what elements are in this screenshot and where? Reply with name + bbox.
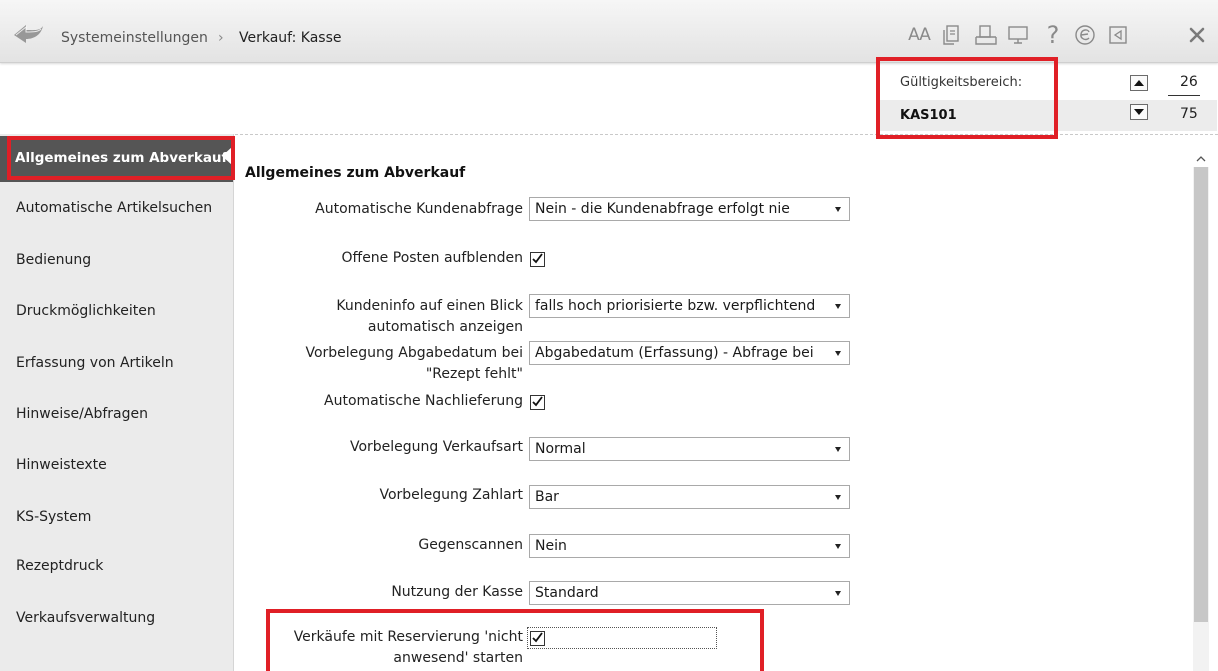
nachlieferung-label: Automatische Nachlieferung xyxy=(324,393,523,409)
help-label: ? xyxy=(1046,21,1060,49)
reservierung-focus-frame xyxy=(527,627,717,649)
kundenabfrage-value: Nein - die Kundenabfrage erfolgt nie xyxy=(535,201,790,217)
kundeninfo-label-line1: Kundeninfo auf einen Blick xyxy=(336,298,523,314)
kundenabfrage-select[interactable]: Nein - die Kundenabfrage erfolgt nie xyxy=(529,197,850,221)
reservierung-label-line2: anwesend' starten xyxy=(393,650,523,666)
spin-down-value: 75 xyxy=(1180,106,1198,122)
sidebar-item-label: Erfassung von Artikeln xyxy=(16,355,174,371)
sidebar-item-label: KS-System xyxy=(16,509,92,525)
nutzung-label: Nutzung der Kasse xyxy=(391,584,523,600)
nutzung-select[interactable]: Standard xyxy=(529,581,850,605)
verkaufsart-value: Normal xyxy=(535,441,586,457)
section-title: Allgemeines zum Abverkauf xyxy=(245,165,466,181)
gegenscannen-label: Gegenscannen xyxy=(418,537,523,553)
spin-divider xyxy=(1168,95,1200,96)
font-size-icon[interactable]: AA xyxy=(906,22,932,48)
offene-posten-label: Offene Posten aufblenden xyxy=(341,250,523,266)
sidebar-item-bedienung[interactable]: Bedienung xyxy=(0,239,233,285)
sidebar-item-label: Hinweise/Abfragen xyxy=(16,406,148,422)
triangle-down-icon xyxy=(1134,109,1144,115)
reservierung-label-line1: Verkäufe mit Reservierung 'nicht xyxy=(293,629,523,645)
checkmark-icon xyxy=(532,396,543,407)
sidebar-item-druckmoeglichkeiten[interactable]: Druckmöglichkeiten xyxy=(0,290,233,336)
monitor-icon[interactable] xyxy=(1005,22,1031,48)
close-icon[interactable] xyxy=(1184,22,1210,48)
sidebar-item-hinweise[interactable]: Hinweise/Abfragen xyxy=(0,393,233,439)
offene-posten-checkbox[interactable] xyxy=(530,252,545,267)
print-icon[interactable] xyxy=(973,22,999,48)
sidebar-item-verkaufsverwaltung[interactable]: Verkaufsverwaltung xyxy=(0,597,233,643)
spin-down-button[interactable] xyxy=(1130,104,1148,120)
sidebar-item-label: Hinweistexte xyxy=(16,457,107,473)
spin-up-value: 26 xyxy=(1180,74,1198,90)
scroll-up-icon[interactable] xyxy=(1195,150,1207,162)
kundeninfo-label-line2: automatisch anzeigen xyxy=(367,319,523,335)
sidebar-item-label: Allgemeines zum Abverkauf xyxy=(15,150,228,166)
back-arrow-icon[interactable] xyxy=(12,21,44,43)
kundeninfo-value: falls hoch priorisierte bzw. verpflichte… xyxy=(535,298,816,314)
sidebar-item-label: Automatische Artikelsuchen xyxy=(16,200,213,216)
zahlart-label: Vorbelegung Zahlart xyxy=(379,487,523,503)
breadcrumb-current: Verkauf: Kasse xyxy=(239,30,342,46)
abgabedatum-label-line1: Vorbelegung Abgabedatum bei xyxy=(305,345,523,361)
kundeninfo-select[interactable]: falls hoch priorisierte bzw. verpflichte… xyxy=(529,294,850,318)
spin-up-button[interactable] xyxy=(1130,75,1148,91)
help-icon[interactable]: ? xyxy=(1040,21,1066,49)
sidebar-item-ks-system[interactable]: KS-System xyxy=(0,496,233,542)
chevron-down-icon xyxy=(835,351,841,356)
copy-document-icon[interactable] xyxy=(940,22,966,48)
scope-label: Gültigkeitsbereich: xyxy=(900,75,1023,90)
reservierung-checkbox[interactable] xyxy=(530,631,545,646)
sidebar-item-allgemeines[interactable]: Allgemeines zum Abverkauf xyxy=(0,136,233,182)
chevron-down-icon xyxy=(835,447,841,452)
gegenscannen-value: Nein xyxy=(535,538,567,554)
sidebar-item-label: Bedienung xyxy=(16,252,92,268)
zahlart-value: Bar xyxy=(535,489,559,505)
sidebar-item-label: Druckmöglichkeiten xyxy=(16,303,156,319)
scrollbar-thumb[interactable] xyxy=(1194,167,1208,622)
chevron-down-icon xyxy=(835,591,841,596)
sidebar-item-rezeptdruck[interactable]: Rezeptdruck xyxy=(0,545,233,591)
chevron-down-icon xyxy=(835,304,841,309)
edition-icon[interactable] xyxy=(1072,22,1098,48)
scope-value[interactable]: KAS101 xyxy=(900,108,957,123)
sidebar-item-artikelsuchen[interactable]: Automatische Artikelsuchen xyxy=(0,187,233,233)
triangle-up-icon xyxy=(1134,80,1144,86)
checkmark-icon xyxy=(532,253,543,264)
nutzung-value: Standard xyxy=(535,585,599,601)
gegenscannen-select[interactable]: Nein xyxy=(529,534,850,558)
abgabedatum-value: Abgabedatum (Erfassung) - Abfrage bei xyxy=(535,345,814,361)
nachlieferung-checkbox[interactable] xyxy=(530,395,545,410)
sidebar-item-label: Verkaufsverwaltung xyxy=(16,610,156,626)
abgabedatum-label-line2: "Rezept fehlt" xyxy=(425,366,523,382)
verkaufsart-select[interactable]: Normal xyxy=(529,437,850,461)
zahlart-select[interactable]: Bar xyxy=(529,485,850,509)
chevron-down-icon xyxy=(835,207,841,212)
active-pointer-icon xyxy=(222,147,232,165)
breadcrumb-root[interactable]: Systemeinstellungen xyxy=(61,30,208,46)
font-size-label: AA xyxy=(908,25,931,45)
breadcrumb-separator: › xyxy=(218,30,224,46)
kundenabfrage-label: Automatische Kundenabfrage xyxy=(315,201,523,217)
chevron-down-icon xyxy=(835,495,841,500)
sidebar-item-label: Rezeptdruck xyxy=(16,558,104,574)
chevron-down-icon xyxy=(835,544,841,549)
sidebar-item-erfassung[interactable]: Erfassung von Artikeln xyxy=(0,342,233,388)
exit-window-icon[interactable] xyxy=(1105,22,1131,48)
sidebar-item-hinweistexte[interactable]: Hinweistexte xyxy=(0,444,233,490)
checkmark-icon xyxy=(532,632,543,643)
verkaufsart-label: Vorbelegung Verkaufsart xyxy=(349,439,523,455)
abgabedatum-select[interactable]: Abgabedatum (Erfassung) - Abfrage bei xyxy=(529,341,850,365)
